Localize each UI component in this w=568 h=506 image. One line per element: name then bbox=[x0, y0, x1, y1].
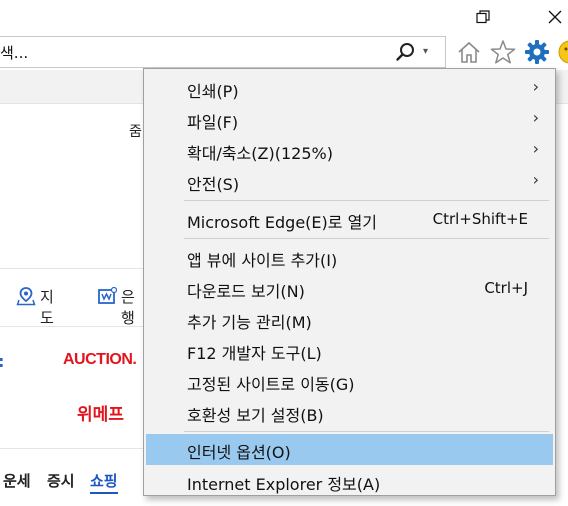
menu-item-label: 다운로드 보기(N) bbox=[187, 282, 305, 301]
submenu-arrow-icon: › bbox=[532, 77, 539, 96]
wemakeprice-logo[interactable]: 위메프 bbox=[77, 400, 124, 425]
close-button[interactable] bbox=[542, 6, 568, 28]
menu-item-label: 호환성 보기 설정(B) bbox=[187, 406, 324, 425]
favorites-star-icon[interactable] bbox=[489, 38, 517, 66]
menu-item-file[interactable]: 파일(F) › bbox=[146, 104, 553, 135]
menu-item-safety[interactable]: 안전(S) › bbox=[146, 166, 553, 197]
search-icon[interactable] bbox=[395, 41, 417, 63]
divider bbox=[0, 268, 145, 269]
menu-item-shortcut: Ctrl+Shift+E bbox=[432, 210, 528, 228]
menu-item-view-downloads[interactable]: 다운로드 보기(N) Ctrl+J bbox=[146, 273, 553, 304]
menu-item-zoom[interactable]: 확대/축소(Z)(125%) › bbox=[146, 135, 553, 166]
auction-logo[interactable]: AUCTION. bbox=[63, 351, 137, 369]
tools-gear-icon[interactable] bbox=[523, 38, 551, 66]
partial-logo-icon: : bbox=[0, 352, 4, 371]
menu-item-label: 파일(F) bbox=[187, 113, 239, 132]
tools-menu: 인쇄(P) › 파일(F) › 확대/축소(Z)(125%) › 안전(S) ›… bbox=[143, 68, 556, 496]
menu-item-compat-view[interactable]: 호환성 보기 설정(B) bbox=[146, 397, 553, 428]
nav-fortune[interactable]: 운세 bbox=[3, 470, 31, 491]
address-text[interactable]: 색... bbox=[0, 42, 28, 63]
menu-item-label: 앱 뷰에 사이트 추가(I) bbox=[187, 251, 338, 270]
restore-icon bbox=[476, 10, 490, 24]
divider bbox=[0, 326, 145, 327]
menu-item-print[interactable]: 인쇄(P) › bbox=[146, 73, 553, 104]
smiley-feedback-icon[interactable] bbox=[556, 38, 568, 66]
menu-item-label: 확대/축소(Z)(125%) bbox=[187, 144, 333, 163]
bank-label: 은행 bbox=[121, 288, 135, 327]
title-bar bbox=[0, 0, 568, 34]
menu-item-about-ie[interactable]: Internet Explorer 정보(A) bbox=[146, 466, 553, 497]
map-label: 지도 bbox=[40, 288, 54, 327]
nav-stocks[interactable]: 증시 bbox=[47, 470, 75, 491]
bank-icon bbox=[98, 286, 117, 304]
menu-item-label: 고정된 사이트로 이동(G) bbox=[187, 375, 355, 394]
submenu-arrow-icon: › bbox=[532, 108, 539, 127]
menu-item-open-in-edge[interactable]: Microsoft Edge(E)로 열기 Ctrl+Shift+E bbox=[146, 204, 553, 235]
divider bbox=[0, 448, 145, 449]
zoom-fragment: 줌 bbox=[129, 124, 142, 140]
menu-item-label: Microsoft Edge(E)로 열기 bbox=[187, 213, 378, 232]
submenu-arrow-icon: › bbox=[532, 170, 539, 189]
nav-shopping[interactable]: 쇼핑 bbox=[90, 470, 118, 494]
menu-item-label: Internet Explorer 정보(A) bbox=[187, 475, 381, 494]
menu-separator bbox=[184, 200, 549, 201]
menu-separator bbox=[184, 238, 549, 239]
submenu-arrow-icon: › bbox=[532, 139, 539, 158]
menu-item-label: 추가 기능 관리(M) bbox=[187, 313, 312, 332]
close-icon bbox=[548, 10, 562, 24]
menu-item-label: 인쇄(P) bbox=[187, 82, 239, 101]
menu-item-internet-options[interactable]: 인터넷 옵션(O) bbox=[146, 434, 553, 465]
restore-button[interactable] bbox=[470, 6, 496, 28]
menu-separator bbox=[184, 431, 549, 432]
address-bar[interactable]: 색... ▾ bbox=[0, 36, 446, 68]
menu-item-dev-tools[interactable]: F12 개발자 도구(L) bbox=[146, 335, 553, 366]
address-dropdown-icon[interactable]: ▾ bbox=[423, 46, 428, 57]
menu-item-label: 안전(S) bbox=[187, 175, 240, 194]
menu-item-manage-addons[interactable]: 추가 기능 관리(M) bbox=[146, 304, 553, 335]
menu-item-pinned-sites[interactable]: 고정된 사이트로 이동(G) bbox=[146, 366, 553, 397]
menu-item-label: F12 개발자 도구(L) bbox=[187, 344, 322, 363]
menu-item-label: 인터넷 옵션(O) bbox=[187, 443, 291, 462]
map-pin-icon bbox=[16, 287, 36, 306]
home-icon[interactable] bbox=[455, 38, 483, 66]
ie-window: 색... ▾ 줌 지도 은행 AUCTION. 위메프 운세 증시 쇼핑 인쇄(… bbox=[0, 0, 568, 506]
menu-item-add-to-app-view[interactable]: 앱 뷰에 사이트 추가(I) bbox=[146, 242, 553, 273]
menu-item-shortcut: Ctrl+J bbox=[484, 279, 528, 297]
